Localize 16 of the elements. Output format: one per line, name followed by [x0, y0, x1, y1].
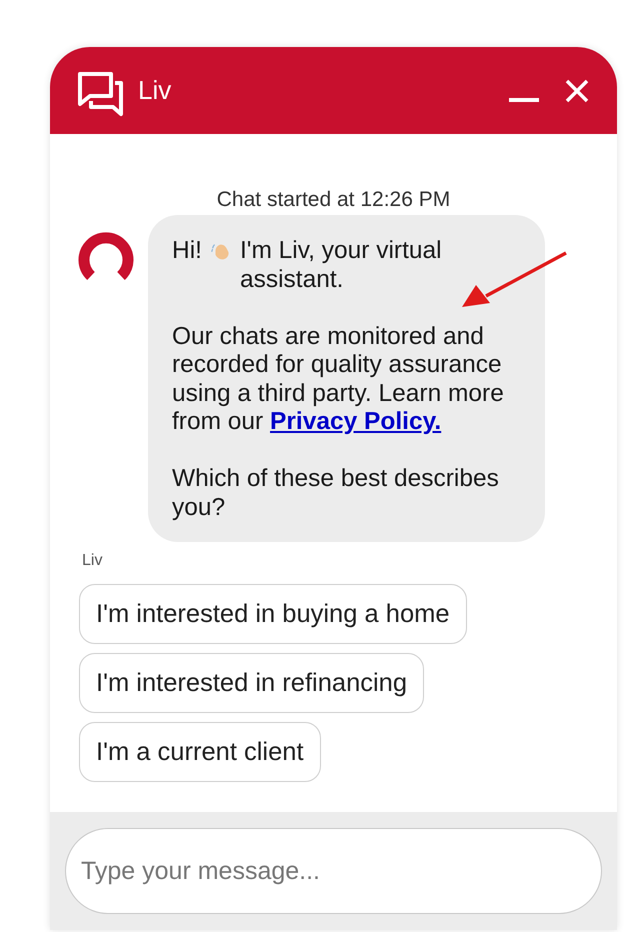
- privacy-policy-link[interactable]: Privacy Policy.: [270, 408, 442, 435]
- minimize-icon: [509, 98, 539, 102]
- minimize-button[interactable]: [509, 98, 539, 102]
- message-input[interactable]: Type your message...: [65, 828, 602, 914]
- window-title: Liv: [138, 75, 172, 106]
- chat-start-time: Chat started at 12:26 PM: [216, 188, 452, 212]
- privacy-notice: Our chats are monitored and recorded for quality assurance using a third party. Learn more from our Privacy Policy.: [172, 322, 505, 436]
- close-icon: [565, 78, 589, 102]
- quick-reply-button[interactable]: I'm a current client: [79, 722, 321, 782]
- question-text: Which of these best describes you?: [172, 465, 500, 522]
- sender-name: Liv: [82, 552, 104, 570]
- quick-reply-button[interactable]: I'm interested in buying a home: [79, 584, 467, 644]
- greeting-text: Hi!: [172, 237, 202, 266]
- quick-reply-button[interactable]: I'm interested in refinancing: [79, 653, 424, 713]
- close-button[interactable]: [565, 78, 589, 102]
- intro-text: I'm Liv, your virtual assistant.: [240, 237, 443, 294]
